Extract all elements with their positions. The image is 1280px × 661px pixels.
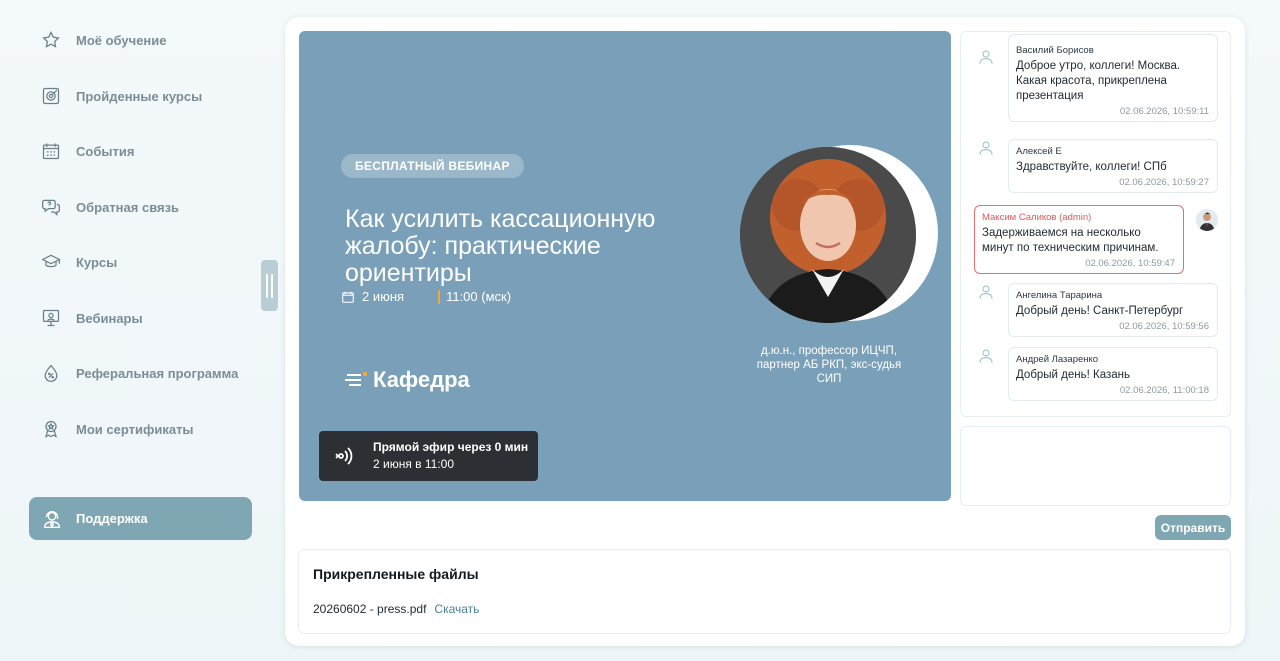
webinar-date: 2 июня bbox=[362, 289, 405, 304]
message-time: 02.06.2026, 11:00:18 bbox=[1119, 385, 1209, 396]
star-icon bbox=[40, 29, 62, 51]
message-author: Максим Саликов (admin) bbox=[982, 212, 1092, 223]
sidebar-collapse-handle[interactable] bbox=[261, 260, 278, 311]
chat-panel[interactable]: Василий Борисов Доброе утро, коллеги! Мо… bbox=[960, 31, 1231, 417]
sidebar-item-completed-courses[interactable]: Пройденные курсы bbox=[40, 84, 202, 108]
chat-bubble: Алексей Е Здравствуйте, коллеги! СПб 02.… bbox=[1008, 139, 1218, 193]
calendar-icon bbox=[342, 291, 354, 303]
message-text: Здравствуйте, коллеги! СПб bbox=[1016, 161, 1167, 173]
feedback-icon bbox=[40, 196, 62, 218]
brand-name: Кафедра bbox=[373, 367, 470, 392]
message-time: 02.06.2026, 10:59:11 bbox=[1119, 106, 1209, 117]
award-icon bbox=[40, 418, 62, 440]
chat-message: Василий Борисов Доброе утро, коллеги! Мо… bbox=[977, 32, 1218, 122]
sidebar-item-label: Реферальная программа bbox=[76, 365, 239, 381]
file-name: 20260602 - press.pdf bbox=[313, 602, 427, 616]
sidebar-item-events[interactable]: События bbox=[40, 139, 134, 163]
message-author: Василий Борисов bbox=[1016, 45, 1094, 56]
support-agent-icon bbox=[40, 507, 64, 531]
sidebar-item-label: Пройденные курсы bbox=[76, 88, 203, 104]
speaker-photo bbox=[740, 147, 916, 323]
sidebar-item-label: Курсы bbox=[76, 254, 118, 270]
percent-drop-icon bbox=[40, 362, 62, 384]
kafedra-logo-mark bbox=[345, 372, 367, 386]
target-icon bbox=[40, 85, 62, 107]
sidebar-item-label: События bbox=[76, 143, 135, 159]
user-avatar-icon bbox=[979, 141, 993, 155]
chat-bubble: Василий Борисов Доброе утро, коллеги! Мо… bbox=[1008, 34, 1218, 122]
chat-message: Ангелина Тарарина Добрый день! Санкт-Пет… bbox=[977, 283, 1218, 337]
monitor-icon bbox=[40, 307, 62, 329]
sidebar: Моё обучение Пройденные курсы События Об… bbox=[0, 0, 270, 661]
message-time: 02.06.2026, 10:59:27 bbox=[1119, 177, 1209, 188]
date-time-separator bbox=[438, 289, 441, 304]
message-time: 02.06.2026, 10:59:56 bbox=[1119, 321, 1209, 332]
handle-grip bbox=[271, 273, 273, 298]
sidebar-item-webinars[interactable]: Вебинары bbox=[40, 306, 143, 330]
speaker-credentials: д.ю.н., профессор ИЦЧП, партнер АБ РКП, … bbox=[756, 345, 902, 385]
sidebar-item-feedback[interactable]: Обратная связь bbox=[40, 195, 179, 219]
chat-message-input[interactable] bbox=[960, 426, 1231, 506]
attached-files-section: Прикрепленные файлы 20260602 - press.pdf… bbox=[298, 549, 1231, 634]
webinar-title: Как усилить кассационную жалобу: практич… bbox=[345, 205, 656, 287]
sidebar-item-certificates[interactable]: Мои сертификаты bbox=[40, 417, 194, 441]
message-text: Добрый день! Санкт-Петербург bbox=[1016, 305, 1184, 317]
send-button[interactable]: Отправить bbox=[1155, 515, 1231, 540]
file-row: 20260602 - press.pdf Скачать bbox=[313, 602, 479, 616]
sidebar-item-my-learning[interactable]: Моё обучение bbox=[40, 28, 167, 52]
support-button[interactable]: Поддержка bbox=[29, 497, 252, 540]
sidebar-item-label: Обратная связь bbox=[76, 199, 180, 215]
chat-bubble: Андрей Лазаренко Добрый день! Казань 02.… bbox=[1008, 347, 1218, 401]
chat-bubble: Ангелина Тарарина Добрый день! Санкт-Пет… bbox=[1008, 283, 1218, 337]
message-time: 02.06.2026, 10:59:47 bbox=[1085, 258, 1175, 269]
admin-avatar bbox=[1196, 209, 1218, 231]
sidebar-item-label: Моё обучение bbox=[76, 32, 167, 48]
webinar-date-row: 2 июня 11:00 (мск) bbox=[341, 289, 511, 304]
message-author: Андрей Лазаренко bbox=[1016, 354, 1099, 365]
chat-message-admin: Максим Саликов (admin) Задерживаемся на … bbox=[974, 205, 1218, 274]
sidebar-item-label: Мои сертификаты bbox=[76, 421, 194, 437]
webinar-video-banner[interactable]: БЕСПЛАТНЫЙ ВЕБИНАР Как усилить кассацион… bbox=[299, 31, 951, 501]
broadcast-icon bbox=[335, 447, 353, 465]
handle-grip bbox=[266, 273, 268, 298]
user-avatar-icon bbox=[979, 50, 993, 64]
message-text: Доброе утро, коллеги! Москва. Какая крас… bbox=[1016, 60, 1181, 102]
chat-message: Алексей Е Здравствуйте, коллеги! СПб 02.… bbox=[977, 139, 1218, 193]
message-author: Ангелина Тарарина bbox=[1016, 290, 1103, 301]
download-link[interactable]: Скачать bbox=[434, 602, 479, 616]
chat-bubble-admin: Максим Саликов (admin) Задерживаемся на … bbox=[974, 205, 1184, 274]
support-label: Поддержка bbox=[76, 511, 148, 526]
webinar-card: БЕСПЛАТНЫЙ ВЕБИНАР Как усилить кассацион… bbox=[285, 17, 1245, 646]
calendar-icon bbox=[40, 140, 62, 162]
chat-message: Андрей Лазаренко Добрый день! Казань 02.… bbox=[977, 347, 1218, 401]
graduation-cap-icon bbox=[40, 251, 62, 273]
free-webinar-badge: БЕСПЛАТНЫЙ ВЕБИНАР bbox=[341, 154, 524, 178]
attached-files-title: Прикрепленные файлы bbox=[313, 566, 479, 582]
sidebar-item-courses[interactable]: Курсы bbox=[40, 250, 117, 274]
speaker-portrait bbox=[740, 145, 940, 325]
kafedra-logo: Кафедра bbox=[345, 367, 470, 393]
message-author: Алексей Е bbox=[1016, 146, 1062, 157]
sidebar-item-referral[interactable]: Реферальная программа bbox=[40, 361, 238, 385]
message-text: Добрый день! Казань bbox=[1016, 369, 1130, 381]
live-countdown-subtitle: 2 июня в 11:00 bbox=[373, 457, 455, 471]
user-avatar-icon bbox=[979, 285, 993, 299]
live-countdown-title: Прямой эфир через 0 мин bbox=[373, 440, 529, 454]
sidebar-item-label: Вебинары bbox=[76, 310, 143, 326]
user-avatar-icon bbox=[979, 349, 993, 363]
webinar-time: 11:00 (мск) bbox=[446, 289, 512, 304]
message-text: Задерживаемся на несколько минут по техн… bbox=[982, 227, 1159, 254]
live-countdown-box: Прямой эфир через 0 мин 2 июня в 11:00 bbox=[319, 431, 538, 481]
